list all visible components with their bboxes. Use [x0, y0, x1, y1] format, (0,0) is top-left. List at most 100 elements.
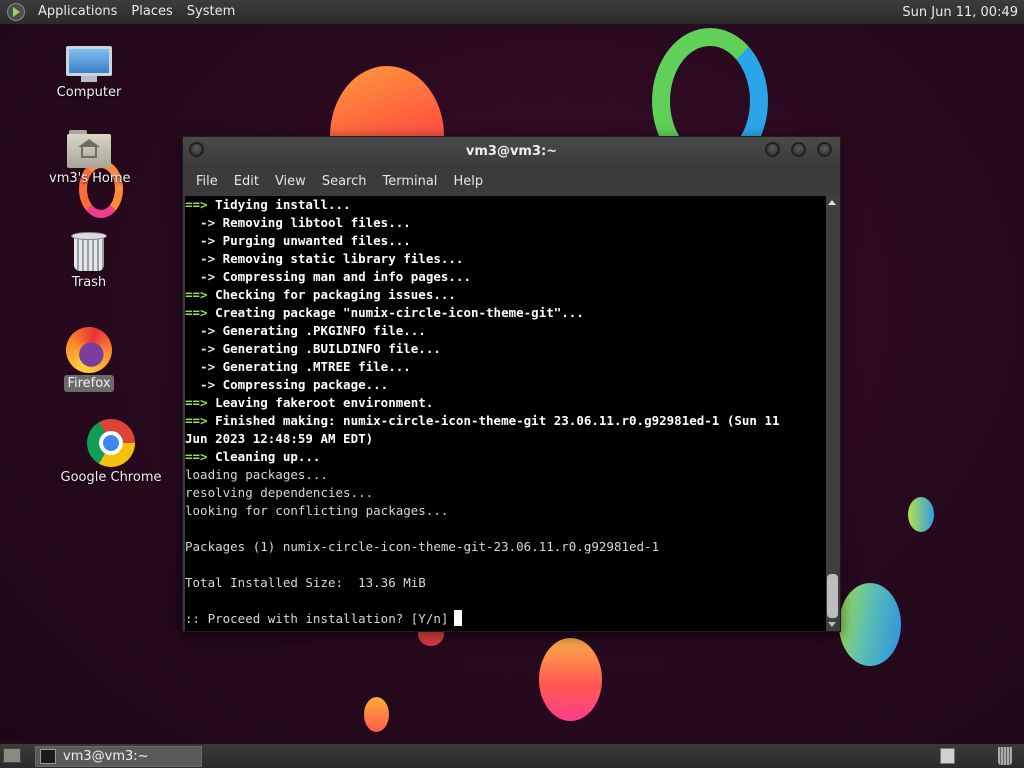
firefox-icon	[66, 327, 112, 373]
terminal-line-text: Packages (1) numix-circle-icon-theme-git…	[185, 539, 660, 554]
menu-view[interactable]: View	[267, 168, 314, 196]
terminal-line-text: Removing libtool files...	[215, 215, 411, 230]
menu-terminal[interactable]: Terminal	[374, 168, 445, 196]
terminal-line-prefix: ==>	[185, 449, 208, 464]
terminal-line-text: Jun 2023 12:48:59 AM EDT)	[185, 431, 374, 446]
terminal-line-text: Generating .MTREE file...	[215, 359, 411, 374]
close-button[interactable]	[817, 142, 832, 157]
terminal-line-text: Total Installed Size: 13.36 MiB	[185, 575, 426, 590]
terminal-line: ==> Finished making: numix-circle-icon-t…	[185, 412, 826, 430]
desktop-icon-firefox[interactable]: Firefox	[48, 327, 130, 392]
scroll-thumb[interactable]	[827, 574, 838, 618]
terminal-line: -> Generating .PKGINFO file...	[185, 322, 826, 340]
menu-system[interactable]: System	[180, 0, 242, 24]
desktop-icon-chrome[interactable]: Google Chrome	[56, 419, 166, 486]
desktop-icon-label: Trash	[71, 275, 107, 290]
terminal-window[interactable]: vm3@vm3:~ File Edit View Search Terminal…	[182, 136, 841, 632]
terminal-line-text: Generating .PKGINFO file...	[215, 323, 426, 338]
desktop-icon-label: Firefox	[64, 375, 114, 392]
home-folder-icon	[67, 130, 111, 168]
terminal-line: -> Compressing man and info pages...	[185, 268, 826, 286]
terminal-line-text: Generating .BUILDINFO file...	[215, 341, 441, 356]
show-desktop-icon[interactable]	[3, 748, 21, 763]
terminal-line-text: :: Proceed with installation? [Y/n]	[185, 611, 449, 626]
minimize-button[interactable]	[765, 142, 780, 157]
terminal-line: Total Installed Size: 13.36 MiB	[185, 574, 826, 592]
terminal-scrollbar[interactable]	[826, 196, 839, 631]
terminal-line-prefix: ==>	[185, 395, 208, 410]
terminal-line-text: Tidying install...	[207, 197, 351, 212]
desktop-icon-label: Computer	[56, 85, 122, 100]
wallpaper-shape	[539, 638, 602, 721]
desktop-icon-trash[interactable]: Trash	[48, 230, 130, 291]
menu-file[interactable]: File	[188, 168, 226, 196]
menu-edit[interactable]: Edit	[226, 168, 267, 196]
workspace-switcher[interactable]	[940, 748, 955, 764]
trash-applet-icon[interactable]	[998, 747, 1012, 765]
taskbar-button-terminal[interactable]: vm3@vm3:~	[35, 746, 202, 767]
terminal-line: -> Generating .MTREE file...	[185, 358, 826, 376]
taskbar-button-label: vm3@vm3:~	[63, 749, 149, 764]
wallpaper-shape	[908, 497, 934, 532]
terminal-line-text: loading packages...	[185, 467, 328, 482]
terminal-line-text: Creating package "numix-circle-icon-them…	[207, 305, 584, 320]
terminal-line-prefix: ->	[185, 215, 216, 230]
terminal-line-text: resolving dependencies...	[185, 485, 374, 500]
terminal-line-prefix: ==>	[185, 305, 208, 320]
scroll-down-arrow-icon[interactable]	[828, 622, 836, 627]
terminal-line-text: Checking for packaging issues...	[207, 287, 456, 302]
terminal-line: looking for conflicting packages...	[185, 502, 826, 520]
menu-help[interactable]: Help	[445, 168, 491, 196]
clock[interactable]: Sun Jun 11, 00:49	[902, 5, 1024, 20]
window-titlebar[interactable]: vm3@vm3:~	[183, 137, 840, 167]
trash-icon	[71, 230, 107, 272]
terminal-line: resolving dependencies...	[185, 484, 826, 502]
terminal-line-prefix: ->	[185, 341, 216, 356]
menu-search[interactable]: Search	[314, 168, 375, 196]
maximize-button[interactable]	[791, 142, 806, 157]
chrome-icon	[87, 419, 135, 467]
terminal-line: -> Generating .BUILDINFO file...	[185, 340, 826, 358]
terminal-output[interactable]: ==> Tidying install... -> Removing libto…	[185, 196, 826, 631]
terminal-line-text: Cleaning up...	[207, 449, 321, 464]
distro-logo-icon[interactable]	[7, 3, 25, 21]
terminal-line: ==> Cleaning up...	[185, 448, 826, 466]
terminal-line-prefix: ->	[185, 233, 216, 248]
terminal-line: Jun 2023 12:48:59 AM EDT)	[185, 430, 826, 448]
terminal-line: ==> Creating package "numix-circle-icon-…	[185, 304, 826, 322]
window-title: vm3@vm3:~	[465, 144, 558, 159]
scroll-up-arrow-icon[interactable]	[828, 200, 836, 205]
terminal-line-prefix: ->	[185, 323, 216, 338]
terminal-line-prefix: ==>	[185, 287, 208, 302]
wallpaper-shape	[364, 697, 389, 732]
desktop-icon-label: Google Chrome	[60, 470, 162, 485]
terminal-line-prefix: ->	[185, 377, 216, 392]
terminal-line-prefix: ->	[185, 269, 216, 284]
desktop-icon-home[interactable]: vm3's Home	[46, 130, 132, 187]
wallpaper-shape	[839, 583, 901, 666]
computer-icon	[66, 46, 112, 82]
desktop-icon-computer[interactable]: Computer	[48, 46, 130, 101]
terminal-line: ==> Checking for packaging issues...	[185, 286, 826, 304]
terminal-line-text: Removing static library files...	[215, 251, 464, 266]
terminal-icon	[40, 749, 56, 764]
terminal-line: :: Proceed with installation? [Y/n]	[185, 610, 826, 628]
terminal-menubar: File Edit View Search Terminal Help	[183, 167, 840, 196]
menu-places[interactable]: Places	[124, 0, 179, 24]
terminal-line: ==> Leaving fakeroot environment.	[185, 394, 826, 412]
terminal-line-text: looking for conflicting packages...	[185, 503, 449, 518]
terminal-line-prefix: ==>	[185, 413, 208, 428]
terminal-line: -> Removing libtool files...	[185, 214, 826, 232]
terminal-line-prefix: ->	[185, 251, 216, 266]
desktop-icon-label: vm3's Home	[49, 171, 131, 186]
terminal-line: -> Removing static library files...	[185, 250, 826, 268]
menu-applications[interactable]: Applications	[31, 0, 124, 24]
terminal-line-text: Leaving fakeroot environment.	[207, 395, 434, 410]
terminal-line-text: Finished making: numix-circle-icon-theme…	[207, 413, 780, 428]
bottom-panel: vm3@vm3:~	[0, 743, 1024, 768]
terminal-cursor	[454, 610, 463, 626]
terminal-line: ==> Tidying install...	[185, 196, 826, 214]
